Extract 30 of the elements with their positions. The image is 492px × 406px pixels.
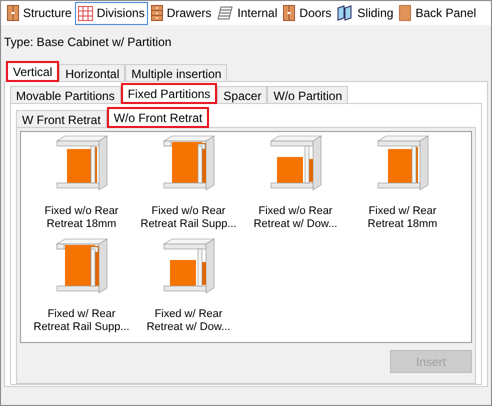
item-label[interactable]: Fixed w/ Rear Retreat 18mm: [350, 205, 456, 231]
toolbar-button[interactable]: Divisions: [74, 2, 148, 24]
tab[interactable]: Spacer: [217, 86, 268, 104]
tab[interactable]: Vertical: [6, 61, 60, 82]
tab[interactable]: Horizontal: [59, 64, 126, 82]
item-label[interactable]: Fixed w/o Rear Retreat w/ Dow...: [242, 205, 348, 231]
sliding-doors-icon: [337, 5, 354, 21]
tab[interactable]: W/o Partition: [267, 86, 348, 104]
item-label[interactable]: Fixed w/o Rear Retreat Rail Supp...: [136, 205, 242, 231]
item-label[interactable]: Fixed w/ Rear Retreat w/ Dow...: [136, 308, 242, 334]
tab[interactable]: W Front Retrat: [16, 110, 107, 128]
toolbar-button[interactable]: Back Panel: [396, 2, 480, 24]
cabinet-icon: [283, 5, 296, 21]
tab[interactable]: Fixed Partitions: [120, 83, 218, 104]
toolbar-button[interactable]: Sliding: [334, 2, 396, 24]
shelves-icon: [217, 6, 234, 20]
toolbar-button[interactable]: Structure: [4, 2, 75, 24]
drawers-icon: [150, 5, 163, 21]
cabinet-icon: [7, 5, 19, 21]
tab[interactable]: Movable Partitions: [10, 86, 121, 104]
toolbar-button[interactable]: Drawers: [148, 2, 214, 24]
type-label: Type: Base Cabinet w/ Partition: [4, 34, 172, 50]
item-label[interactable]: Fixed w/ Rear Retreat Rail Supp...: [28, 308, 134, 334]
panel-icon: [399, 5, 412, 21]
toolbar-button[interactable]: Doors: [280, 2, 334, 24]
tab[interactable]: Multiple insertion: [125, 64, 228, 82]
toolbar-button[interactable]: Internal: [214, 2, 280, 24]
item-label[interactable]: Fixed w/o Rear Retreat 18mm: [28, 205, 134, 231]
grid-icon: [78, 6, 93, 20]
tab[interactable]: W/o Front Retrat: [106, 107, 210, 128]
